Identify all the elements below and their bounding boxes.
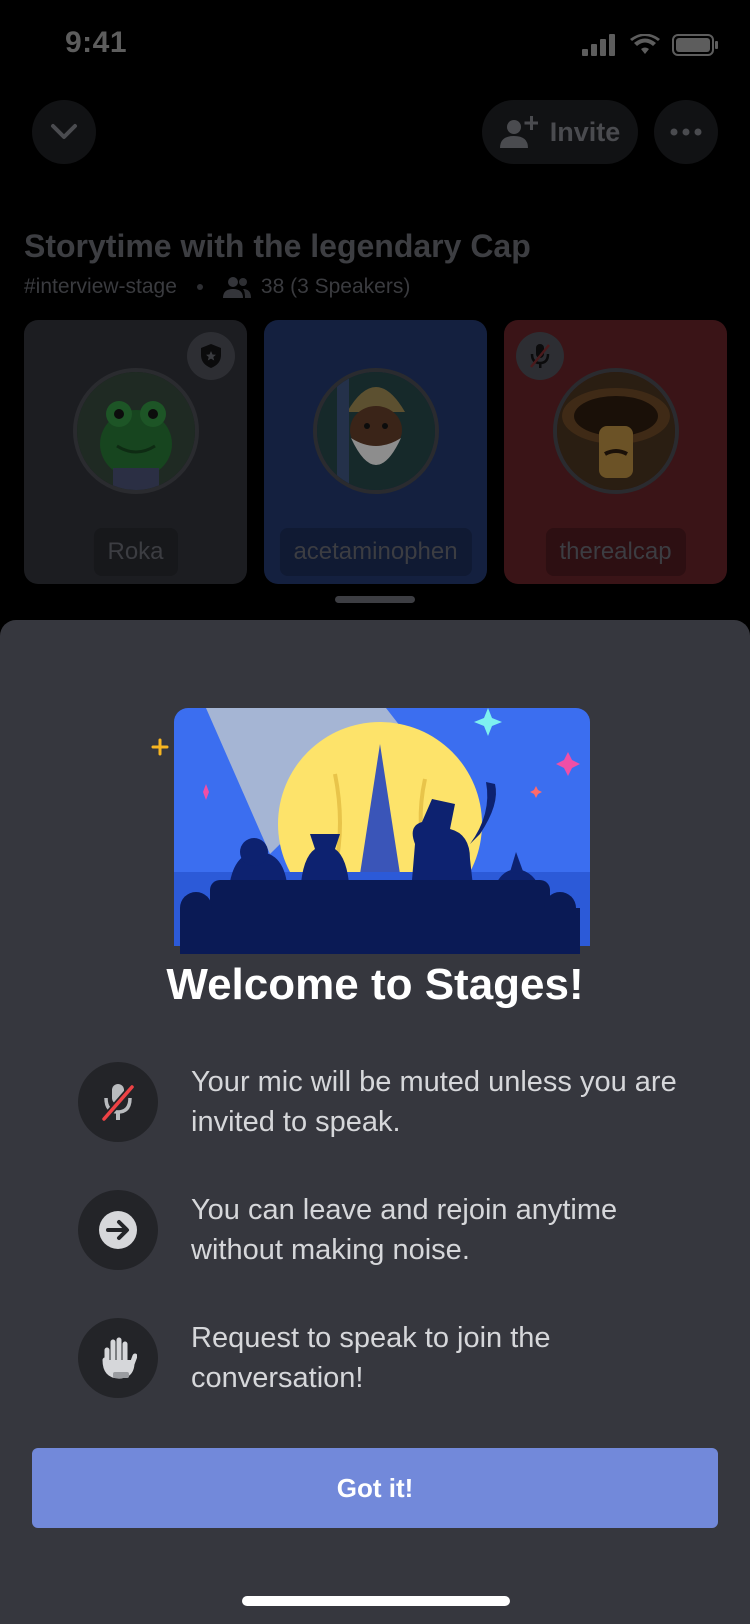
- speaker-tile[interactable]: Roka: [24, 320, 247, 584]
- got-it-button[interactable]: Got it!: [32, 1448, 718, 1528]
- minimize-button[interactable]: [32, 100, 96, 164]
- tip-text: Request to speak to join the conversatio…: [191, 1322, 551, 1394]
- stage-top-bar: Invite: [0, 100, 750, 166]
- tip-text: You can leave and rejoin anytime without…: [191, 1194, 618, 1266]
- speaker-name: therealcap: [545, 528, 686, 576]
- tip-icon-badge: [78, 1318, 158, 1398]
- stage-subtitle: #interview-stage 38 (3 Speakers): [24, 275, 410, 299]
- avatar: [72, 368, 199, 494]
- chevron-down-icon: [51, 124, 77, 139]
- invite-label: Invite: [549, 116, 621, 147]
- separator-dot: [196, 284, 203, 290]
- raised-hand-icon: [102, 1337, 137, 1379]
- tips-list: Your mic will be muted unless you are in…: [78, 1062, 698, 1446]
- tip-text: Your mic will be muted unless you are in…: [191, 1066, 677, 1138]
- more-options-button[interactable]: [654, 100, 718, 164]
- sheet-title: Welcome to Stages!: [166, 960, 584, 1009]
- wizard-avatar: [316, 372, 435, 490]
- battery-icon: [672, 34, 718, 56]
- stage-screen-background: 9:41 Invite Storytime with the legendary…: [0, 0, 750, 640]
- stage-title: Storytime with the legendary Cap: [24, 228, 531, 264]
- speaker-name: Roka: [93, 528, 178, 576]
- cap-avatar: [556, 372, 675, 490]
- avatar: [552, 368, 679, 494]
- mic-muted-icon: [101, 1084, 135, 1122]
- frog-avatar: [76, 372, 195, 490]
- muted-badge: [516, 332, 564, 380]
- sheet-drag-handle[interactable]: [335, 596, 415, 603]
- arrow-right-icon: [99, 1211, 137, 1249]
- people-icon: [222, 277, 251, 298]
- list-item: Request to speak to join the conversatio…: [78, 1318, 698, 1398]
- tip-icon-badge: [78, 1062, 158, 1142]
- speaker-tile[interactable]: therealcap: [504, 320, 727, 584]
- status-time: 9:41: [65, 26, 128, 59]
- add-person-icon: [499, 116, 538, 148]
- invite-button[interactable]: Invite: [482, 100, 638, 164]
- mic-muted-icon: [530, 344, 550, 368]
- speaker-name: acetaminophen: [279, 528, 472, 576]
- avatar: [312, 368, 439, 494]
- list-item: Your mic will be muted unless you are in…: [78, 1062, 698, 1142]
- stage-channel: #interview-stage: [24, 275, 177, 298]
- status-bar: 9:41: [0, 0, 750, 90]
- speaker-tiles: Roka acetaminophen therealcap: [24, 320, 727, 584]
- more-icon: [670, 128, 702, 136]
- shield-icon: [201, 344, 221, 368]
- status-icons: [582, 34, 718, 56]
- stage-illustration: [151, 708, 590, 954]
- welcome-sheet: Welcome to Stages! Your mic will be mute…: [0, 620, 750, 1624]
- tip-icon-badge: [78, 1190, 158, 1270]
- home-indicator: [242, 1596, 510, 1606]
- speaker-tile[interactable]: acetaminophen: [264, 320, 487, 584]
- list-item: You can leave and rejoin anytime without…: [78, 1190, 698, 1270]
- wifi-icon: [630, 34, 660, 54]
- moderator-badge: [187, 332, 235, 380]
- signal-icon: [582, 34, 615, 56]
- listener-count: 38 (3 Speakers): [260, 275, 411, 298]
